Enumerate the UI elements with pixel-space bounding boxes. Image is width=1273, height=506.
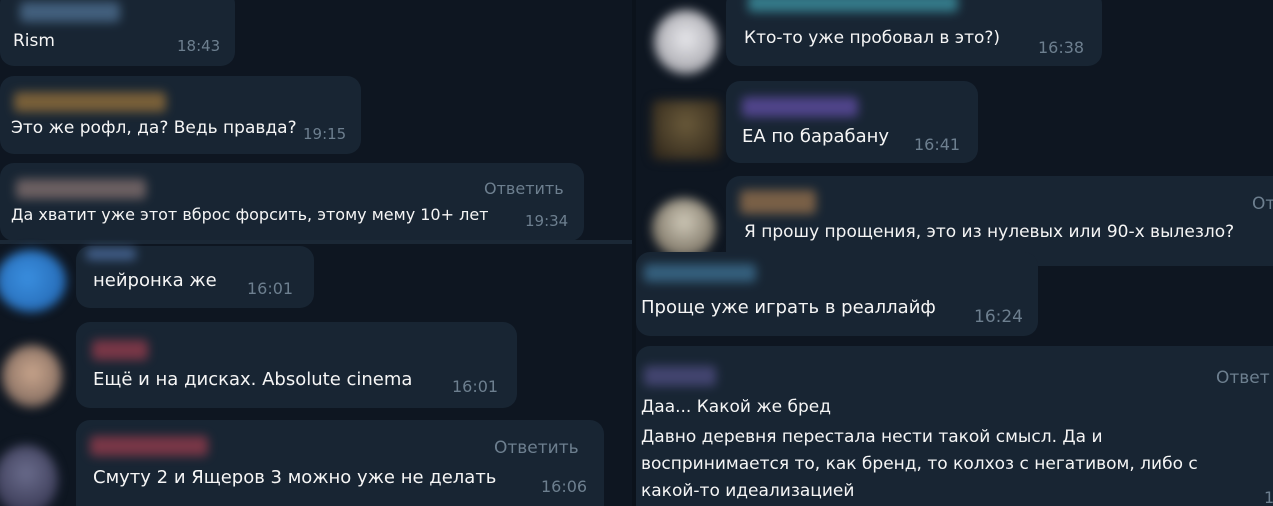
sender-name-blurred	[644, 366, 716, 386]
message-text-line: какой-то идеализацией	[641, 481, 855, 501]
sender-name-blurred	[14, 92, 166, 112]
avatar[interactable]	[0, 250, 66, 312]
avatar[interactable]	[652, 198, 716, 258]
message-text: Да хватит уже этот вброс форсить, этому …	[11, 205, 489, 224]
message-time: 1	[1264, 488, 1273, 506]
left-chat-panel: Rism 18:43 Это же рофл, да? Ведь правда?…	[0, 0, 634, 506]
reply-button[interactable]: Ответ	[1216, 368, 1270, 388]
avatar[interactable]	[2, 345, 62, 407]
message-bubble[interactable]: Ещё и на дисках. Absolute cinema 16:01	[76, 322, 517, 408]
message-time: 16:38	[1038, 38, 1085, 57]
message-text: Ещё и на дисках. Absolute cinema	[93, 369, 413, 390]
message-time: 16:24	[974, 307, 1023, 327]
message-time: 18:43	[177, 37, 221, 55]
message-bubble[interactable]: Ответить Да хватит уже этот вброс форсит…	[0, 163, 584, 241]
message-bubble[interactable]: Это же рофл, да? Ведь правда? 19:15	[0, 76, 361, 154]
message-text: Смуту 2 и Ящеров 3 можно уже не делать	[93, 467, 497, 488]
sender-name-blurred	[644, 264, 756, 282]
message-time: 16:41	[914, 135, 961, 154]
message-bubble[interactable]: EA по барабану 16:41	[726, 81, 978, 163]
message-bubble[interactable]: нейронка же 16:01	[76, 246, 314, 308]
sender-name-blurred	[90, 436, 208, 456]
message-text-line: Даа... Какой же бред	[641, 397, 832, 417]
reply-button[interactable]: Ответить	[494, 438, 579, 458]
message-bubble[interactable]: Ответ Даа... Какой же бред Давно деревня…	[636, 346, 1273, 506]
avatar[interactable]	[652, 100, 720, 160]
message-text: Кто-то уже пробовал в это?)	[744, 28, 1001, 48]
message-time: 16:01	[452, 377, 499, 396]
message-text-line: воспринимается то, как бренд, то колхоз …	[641, 454, 1198, 474]
message-bubble[interactable]: Кто-то уже пробовал в это?) 16:38	[726, 0, 1102, 66]
sender-name-blurred	[86, 248, 136, 260]
message-time: 16:06	[541, 477, 588, 496]
message-text: Это же рофл, да? Ведь правда?	[11, 118, 297, 138]
message-bubble[interactable]: Rism 18:43	[0, 0, 235, 66]
message-text: нейронка же	[93, 270, 217, 291]
reply-button[interactable]: Ответить	[484, 179, 564, 198]
message-time: 19:34	[525, 212, 569, 230]
avatar[interactable]	[0, 445, 58, 506]
right-chat-panel: Кто-то уже пробовал в это?) 16:38 EA по …	[634, 0, 1273, 506]
sender-name-blurred	[742, 97, 858, 117]
panel-seam	[0, 240, 634, 244]
message-text: Я прошу прощения, это из нулевых или 90-…	[744, 222, 1235, 242]
message-time: 16:01	[247, 279, 294, 298]
message-text: Проще уже играть в реаллайф	[641, 297, 936, 318]
sender-name-blurred	[740, 190, 816, 214]
message-text: EA по барабану	[742, 126, 890, 147]
message-bubble[interactable]: Ответить Смуту 2 и Ящеров 3 можно уже не…	[76, 420, 604, 506]
message-bubble[interactable]: Проще уже играть в реаллайф 16:24	[636, 252, 1038, 336]
message-text: Rism	[13, 31, 55, 51]
reply-button[interactable]: От	[1252, 194, 1273, 214]
vertical-seam	[632, 0, 636, 506]
message-text-line: Давно деревня перестала нести такой смыс…	[641, 427, 1103, 447]
sender-name-blurred	[748, 0, 958, 12]
message-time: 19:15	[303, 125, 347, 143]
sender-name-blurred	[20, 2, 120, 22]
sender-name-blurred	[16, 179, 146, 199]
avatar[interactable]	[654, 10, 718, 74]
sender-name-blurred	[92, 340, 148, 360]
